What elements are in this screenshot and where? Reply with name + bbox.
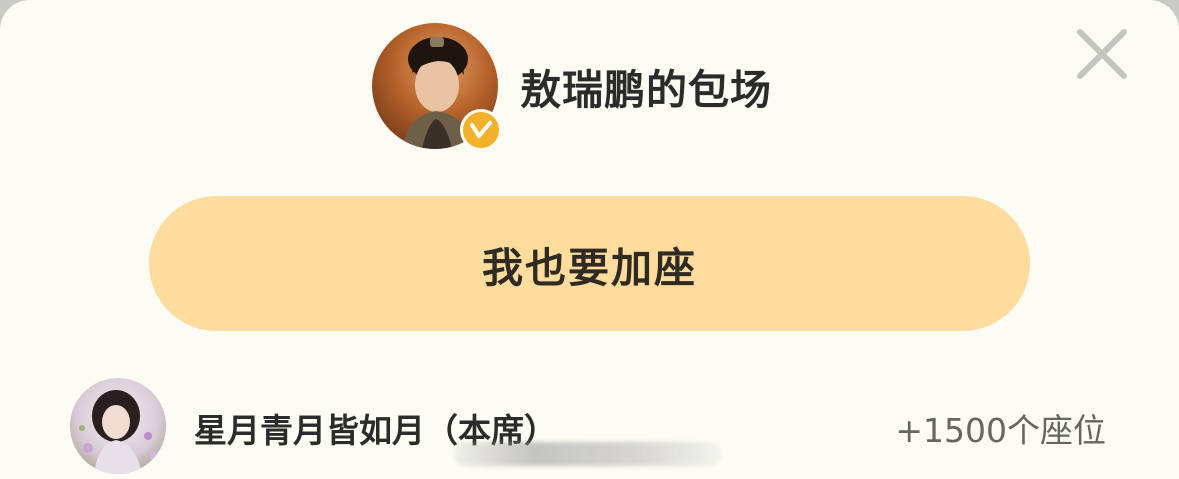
- blurred-overlay: [454, 442, 722, 466]
- seat-count: +1500个座位: [895, 411, 1106, 450]
- booking-sheet: 敖瑞鹏的包场 我也要加座 星月青月皆如月（本席） +1500个座位: [0, 0, 1179, 479]
- host-header: 敖瑞鹏的包场: [372, 22, 772, 151]
- close-icon: [1077, 29, 1127, 79]
- page-title: 敖瑞鹏的包场: [520, 66, 772, 114]
- host-avatar[interactable]: [372, 23, 502, 151]
- verified-v-icon: [460, 109, 502, 151]
- join-seat-button[interactable]: 我也要加座: [149, 196, 1030, 331]
- close-button[interactable]: [1074, 26, 1130, 82]
- supporter-avatar[interactable]: [70, 378, 166, 474]
- list-item[interactable]: 星月青月皆如月（本席） +1500个座位: [70, 378, 1120, 476]
